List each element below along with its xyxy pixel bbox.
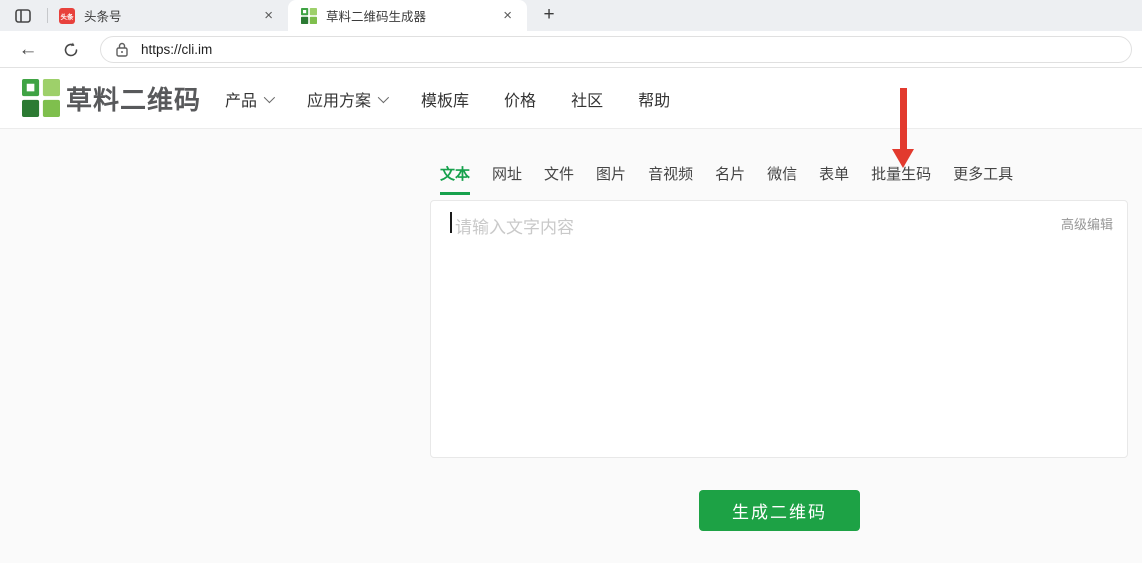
new-tab-button[interactable]: + xyxy=(536,2,562,28)
chevron-down-icon xyxy=(263,91,276,103)
chevron-down-icon xyxy=(377,91,390,103)
tab-title: 头条号 xyxy=(84,10,122,24)
nav-label: 社区 xyxy=(571,92,604,110)
text-cursor xyxy=(450,212,452,233)
url-text: https://cli.im xyxy=(141,42,213,57)
tab-actions-button[interactable] xyxy=(12,5,34,27)
annotation-arrowhead-icon xyxy=(892,149,914,168)
input-placeholder: 请输入文字内容 xyxy=(455,218,574,237)
generator-tab-bar: 文本 网址 文件 图片 音视频 名片 微信 表单 批量生码 更多工具 xyxy=(440,163,1013,195)
brand-title[interactable]: 草料二维码 xyxy=(66,68,201,129)
generate-qr-button[interactable]: 生成二维码 xyxy=(699,490,860,531)
tab-image[interactable]: 图片 xyxy=(596,163,626,195)
text-input-area[interactable]: 请输入文字内容 高级编辑 xyxy=(430,200,1128,458)
close-icon[interactable]: × xyxy=(500,7,515,24)
site-header: 草料二维码 产品 应用方案 模板库 价格 社区 帮助 xyxy=(0,68,1142,129)
lock-icon xyxy=(116,42,128,57)
tab-text[interactable]: 文本 xyxy=(440,163,471,195)
nav-item-community[interactable]: 社区 xyxy=(571,87,603,111)
qr-logo-icon xyxy=(301,7,317,24)
main-nav: 产品 应用方案 模板库 价格 社区 帮助 xyxy=(225,68,670,129)
tab-title: 草料二维码生成器 xyxy=(326,10,427,24)
nav-label: 价格 xyxy=(504,92,537,110)
tab-form[interactable]: 表单 xyxy=(819,163,849,195)
nav-label: 模板库 xyxy=(421,92,470,110)
tab-media[interactable]: 音视频 xyxy=(648,163,693,195)
tab-vcard[interactable]: 名片 xyxy=(715,163,745,195)
browser-tab-strip: 头条 头条号 × 草料二维码生成器 × + xyxy=(0,0,1142,31)
refresh-button[interactable] xyxy=(58,37,84,63)
nav-item-pricing[interactable]: 价格 xyxy=(504,87,536,111)
browser-toolbar: ← https://cli.im xyxy=(0,31,1142,68)
address-bar[interactable]: https://cli.im xyxy=(100,36,1132,63)
back-button[interactable]: ← xyxy=(15,37,41,63)
nav-item-templates[interactable]: 模板库 xyxy=(421,87,469,111)
tab-actions-icon xyxy=(15,9,31,23)
nav-label: 应用方案 xyxy=(307,92,372,110)
qr-logo-icon[interactable] xyxy=(22,79,60,117)
browser-tab-toutiao[interactable]: 头条 头条号 × xyxy=(48,0,288,31)
browser-tab-cli[interactable]: 草料二维码生成器 × xyxy=(288,0,527,31)
tab-file[interactable]: 文件 xyxy=(544,163,574,195)
nav-item-solutions[interactable]: 应用方案 xyxy=(307,87,390,111)
advanced-edit-link[interactable]: 高级编辑 xyxy=(1061,214,1113,233)
nav-label: 帮助 xyxy=(638,92,671,110)
nav-item-help[interactable]: 帮助 xyxy=(638,87,670,111)
nav-label: 产品 xyxy=(225,92,258,110)
tab-url[interactable]: 网址 xyxy=(492,163,522,195)
toutiao-icon: 头条 xyxy=(59,7,75,24)
tab-more-tools[interactable]: 更多工具 xyxy=(953,163,1013,195)
refresh-icon xyxy=(64,42,78,57)
tab-wechat[interactable]: 微信 xyxy=(767,163,797,195)
nav-item-products[interactable]: 产品 xyxy=(225,87,276,111)
close-icon[interactable]: × xyxy=(261,7,276,24)
annotation-arrow-icon xyxy=(900,88,907,150)
